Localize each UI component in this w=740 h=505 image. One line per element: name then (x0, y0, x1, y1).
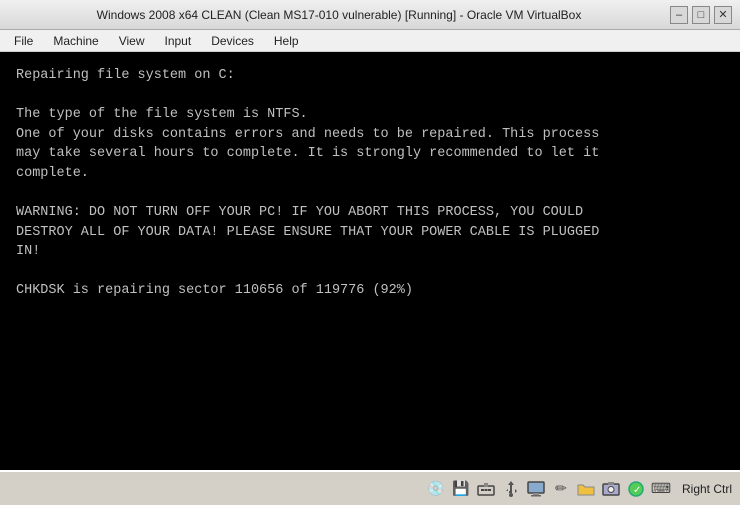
shared-folders-icon[interactable] (575, 478, 597, 500)
console-line-5: may take several hours to complete. It i… (16, 146, 599, 161)
console-line-12: CHKDSK is repairing sector 110656 of 119… (16, 283, 413, 298)
window-title: Windows 2008 x64 CLEAN (Clean MS17-010 v… (8, 8, 670, 22)
keyboard-icon[interactable]: ⌨ (650, 478, 672, 500)
status-icon-group: 💿 💾 ✏ (425, 478, 672, 500)
display-icon[interactable] (525, 478, 547, 500)
vm-display[interactable]: Repairing file system on C: The type of … (0, 52, 740, 470)
console-line-8: WARNING: DO NOT TURN OFF YOUR PC! IF YOU… (16, 205, 583, 220)
pencil-icon[interactable]: ✏ (550, 478, 572, 500)
status-bar: 💿 💾 ✏ (0, 470, 740, 505)
console-line-3: The type of the file system is NTFS. (16, 107, 308, 122)
console-line-9: DESTROY ALL OF YOUR DATA! PLEASE ENSURE … (16, 225, 599, 240)
svg-text:✓: ✓ (633, 485, 641, 496)
menu-view[interactable]: View (109, 32, 155, 50)
usb-icon[interactable] (500, 478, 522, 500)
guest-additions-icon[interactable]: ✓ (625, 478, 647, 500)
console-line-6: complete. (16, 166, 89, 181)
console-line-10: IN! (16, 244, 40, 259)
menu-file[interactable]: File (4, 32, 43, 50)
optical-drive-icon[interactable]: 💿 (425, 478, 447, 500)
title-bar: Windows 2008 x64 CLEAN (Clean MS17-010 v… (0, 0, 740, 30)
menu-help[interactable]: Help (264, 32, 309, 50)
network-icon[interactable] (475, 478, 497, 500)
snapshot-icon[interactable] (600, 478, 622, 500)
menu-bar: File Machine View Input Devices Help (0, 30, 740, 52)
right-ctrl-label: Right Ctrl (682, 482, 732, 496)
floppy-icon[interactable]: 💾 (450, 478, 472, 500)
console-line-4: One of your disks contains errors and ne… (16, 127, 599, 142)
window-controls: – □ ✕ (670, 6, 732, 24)
console-line-1: Repairing file system on C: (16, 68, 235, 83)
minimize-button[interactable]: – (670, 6, 688, 24)
menu-devices[interactable]: Devices (201, 32, 264, 50)
close-button[interactable]: ✕ (714, 6, 732, 24)
vm-console-output: Repairing file system on C: The type of … (16, 66, 724, 301)
menu-machine[interactable]: Machine (43, 32, 108, 50)
menu-input[interactable]: Input (155, 32, 202, 50)
restore-button[interactable]: □ (692, 6, 710, 24)
